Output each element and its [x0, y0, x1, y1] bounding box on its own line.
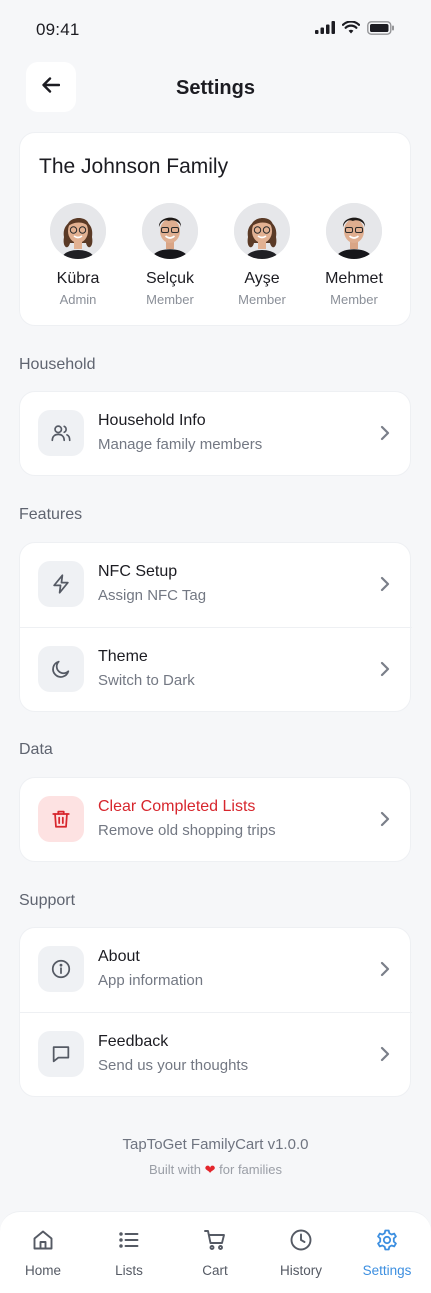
tab-cart[interactable]: Cart — [172, 1228, 258, 1278]
info-icon — [38, 946, 84, 992]
family-name: The Johnson Family — [39, 155, 229, 178]
section-title-support: Support — [19, 892, 76, 909]
row-text: Theme Switch to Dark — [98, 648, 195, 689]
member-name: Mehmet — [325, 270, 383, 287]
avatar — [234, 203, 290, 259]
built-suffix: for families — [219, 1162, 283, 1177]
avatar — [142, 203, 198, 259]
row-subtitle: Manage family members — [98, 436, 263, 453]
section-title-household: Household — [19, 356, 96, 373]
gear-icon — [375, 1228, 399, 1257]
settings-row-about[interactable]: About App information — [20, 928, 412, 1013]
member-role: Admin — [59, 292, 97, 307]
row-title: Feedback — [98, 1033, 169, 1050]
member-item[interactable]: Ayşe Member — [216, 203, 308, 307]
wifi-icon — [341, 20, 361, 39]
clock-icon — [289, 1228, 313, 1257]
app-version: TapToGet FamilyCart v1.0.0 — [122, 1136, 309, 1153]
row-subtitle: Send us your thoughts — [98, 1057, 249, 1074]
row-title: Theme — [98, 648, 148, 665]
tab-label: Settings — [362, 1263, 412, 1278]
settings-row-household-info[interactable]: Household Info Manage family members — [20, 392, 412, 476]
moon-icon — [38, 646, 84, 692]
member-item[interactable]: Selçuk Member — [124, 203, 216, 307]
chevron-right-icon — [380, 425, 390, 446]
home-icon — [31, 1228, 55, 1257]
back-button[interactable] — [26, 62, 76, 112]
row-title: Household Info — [98, 412, 206, 429]
users-icon — [38, 410, 84, 456]
family-card: The Johnson Family Kübra Admin Selçuk Me… — [19, 132, 411, 326]
tab-lists[interactable]: Lists — [86, 1228, 172, 1278]
arrow-left-icon — [42, 76, 61, 98]
member-name: Ayşe — [244, 270, 280, 287]
battery-icon — [367, 20, 395, 40]
heart-icon: ❤ — [204, 1162, 216, 1177]
member-name: Kübra — [56, 270, 100, 287]
row-title: About — [98, 948, 140, 965]
settings-row-nfc-setup[interactable]: NFC Setup Assign NFC Tag — [20, 543, 412, 628]
settings-row-feedback[interactable]: Feedback Send us your thoughts — [20, 1013, 412, 1097]
member-list: Kübra Admin Selçuk Member Ayşe Member Me… — [20, 203, 412, 307]
tab-home[interactable]: Home — [0, 1228, 86, 1278]
member-item[interactable]: Kübra Admin — [32, 203, 124, 307]
row-text: Clear Completed Lists Remove old shoppin… — [98, 798, 276, 839]
member-role: Member — [146, 292, 194, 307]
built-prefix: Built with — [148, 1162, 201, 1177]
lightning-icon — [38, 561, 84, 607]
member-item[interactable]: Mehmet Member — [308, 203, 400, 307]
avatar — [50, 203, 106, 259]
support-card: About App information Feedback Send us y… — [19, 927, 412, 1097]
status-time: 09:41 — [36, 20, 80, 39]
tab-settings[interactable]: Settings — [344, 1228, 430, 1278]
tab-label: History — [279, 1263, 322, 1278]
row-subtitle: Assign NFC Tag — [98, 587, 207, 604]
row-title: NFC Setup — [98, 563, 178, 580]
tab-bar: Home Lists Cart History Settings — [0, 1211, 431, 1293]
built-with-text: Built with ❤ for families — [0, 1162, 431, 1178]
tab-label: Lists — [115, 1263, 143, 1278]
status-bar: 09:41 — [0, 0, 431, 60]
status-icons — [315, 20, 395, 40]
section-title-data: Data — [19, 741, 53, 758]
cart-icon — [203, 1228, 227, 1257]
trash-icon — [38, 796, 84, 842]
section-title-features: Features — [19, 506, 83, 523]
row-text: About App information — [98, 948, 203, 989]
row-text: Feedback Send us your thoughts — [98, 1033, 248, 1074]
tab-label: Home — [24, 1263, 61, 1278]
features-card: NFC Setup Assign NFC Tag Theme Switch to… — [19, 542, 412, 712]
avatar — [326, 203, 382, 259]
chevron-right-icon — [380, 961, 390, 982]
chevron-right-icon — [380, 661, 390, 682]
list-icon — [117, 1228, 141, 1257]
header: Settings — [0, 62, 431, 114]
message-icon — [38, 1031, 84, 1077]
settings-row-clear-completed[interactable]: Clear Completed Lists Remove old shoppin… — [20, 778, 412, 862]
data-card: Clear Completed Lists Remove old shoppin… — [19, 777, 411, 862]
chevron-right-icon — [380, 576, 390, 597]
member-role: Member — [330, 292, 378, 307]
row-title: Clear Completed Lists — [98, 798, 256, 815]
settings-row-theme[interactable]: Theme Switch to Dark — [20, 628, 412, 712]
row-subtitle: Remove old shopping trips — [98, 822, 276, 839]
row-text: Household Info Manage family members — [98, 412, 262, 453]
tab-history[interactable]: History — [258, 1228, 344, 1278]
tab-label: Cart — [202, 1263, 228, 1278]
row-subtitle: Switch to Dark — [98, 672, 195, 689]
signal-icon — [315, 21, 335, 39]
member-name: Selçuk — [145, 270, 195, 287]
household-card: Household Info Manage family members — [19, 391, 411, 476]
row-text: NFC Setup Assign NFC Tag — [98, 563, 206, 604]
member-role: Member — [238, 292, 286, 307]
row-subtitle: App information — [98, 972, 204, 989]
page-title: Settings — [176, 76, 255, 99]
chevron-right-icon — [380, 811, 390, 832]
chevron-right-icon — [380, 1046, 390, 1067]
